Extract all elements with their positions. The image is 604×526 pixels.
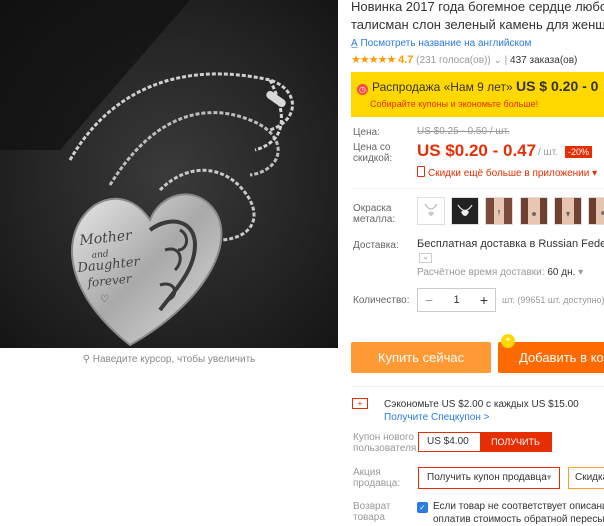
price-label: Цена: — [353, 127, 380, 138]
translate-icon: A̲ — [351, 38, 358, 49]
quantity-stepper: − 1 + — [417, 288, 496, 312]
sale-label: Распродажа «Нам 9 лет» — [372, 80, 513, 94]
product-title-line: талисман слон зеленый камень для женщин … — [351, 17, 604, 32]
seller-promo-label-line: Акция — [353, 467, 381, 478]
coupon-icon: + — [352, 398, 368, 409]
original-price: US $0.25 - 0.50 / шт. — [417, 126, 510, 137]
zoom-hint: ⚲ Наведите курсор, чтобы увеличить — [0, 354, 338, 365]
chevron-down-icon[interactable]: ⌄ — [493, 55, 501, 66]
translate-link[interactable]: A̲ Посмотреть название на английском — [351, 38, 531, 49]
necklace-thumb-icon — [457, 204, 473, 216]
product-image[interactable]: Mother and Daughter forever ♡ — [0, 0, 338, 348]
quantity-decrease-button[interactable]: − — [418, 289, 440, 311]
necklace-photo: Mother and Daughter forever ♡ — [0, 0, 338, 348]
stock-available: шт. (99651 шт. доступно) — [502, 295, 604, 305]
coupon-value: US $4.00 — [427, 436, 469, 447]
phone-icon — [417, 166, 425, 177]
necklace-thumb-icon — [555, 198, 581, 224]
orders-count: 437 заказа(ов) — [510, 55, 578, 66]
app-discount-link[interactable]: Скидки ещё больше в приложении ▾ — [417, 166, 597, 179]
get-coupon-button[interactable]: ПОЛУЧИТЬ — [480, 433, 551, 451]
metal-color-label: Окраска металла: — [353, 203, 395, 225]
delivery-method[interactable]: Бесплатная доставка в Russian Federatio — [417, 238, 604, 250]
quantity-input[interactable]: 1 — [440, 289, 473, 311]
clock-icon: ◷ — [357, 84, 368, 95]
variant-swatch[interactable] — [520, 197, 548, 225]
necklace-thumb-icon — [521, 198, 547, 224]
quantity-increase-button[interactable]: + — [473, 289, 495, 311]
buy-now-button[interactable]: Купить сейчас — [351, 342, 491, 373]
product-title: Новинка 2017 года богемное сердце любовь… — [351, 0, 604, 34]
return-label: Возврат товара — [353, 501, 391, 523]
new-user-coupon-label-line: Купон нового — [353, 432, 414, 443]
savings-text: Сэкономьте US $2.00 с каждых US $15.00 — [384, 399, 579, 410]
delivery-time-value: 60 дн. — [547, 267, 576, 278]
add-to-cart-button[interactable]: Добавить в ко — [498, 342, 604, 373]
delivery-time: Расчётное время доставки: 60 дн. ▾ — [417, 267, 583, 278]
cart-plus-icon: + — [501, 334, 515, 348]
divider — [351, 386, 604, 387]
sale-price: US $ 0.20 - 0 — [515, 78, 599, 94]
delivery-label: Доставка: — [353, 240, 399, 251]
seller-promo-label-line: продавца: — [353, 478, 401, 489]
rating-score: 4.7 — [398, 54, 414, 66]
necklace-thumb-icon — [486, 198, 512, 224]
shield-icon: ✓ — [417, 502, 428, 513]
delivery-time-label: Расчётное время доставки: — [417, 267, 545, 278]
get-special-coupon-link[interactable]: Получите Спецкупон > — [384, 412, 490, 423]
rating-row: ★★★★★ 4.7 (231 голоса(ов)) ⌄ | 437 заказ… — [351, 53, 577, 66]
rating-votes-link[interactable]: (231 голоса(ов)) — [416, 55, 491, 66]
sale-subtext: Собирайте купоны и экономьте больше! — [370, 99, 539, 109]
return-policy-line: Если товар не соответствует описанию — [433, 501, 604, 512]
quantity-label: Количество: — [353, 295, 410, 306]
svg-text:♡: ♡ — [100, 294, 109, 305]
price-unit: / шт. — [538, 147, 558, 158]
divider: | — [504, 55, 508, 66]
app-discount-text: Скидки ещё больше в приложении — [428, 168, 590, 179]
discount-badge: -20% — [565, 146, 593, 158]
seller-coupon-text: Получить купон продавца — [427, 472, 547, 483]
variant-swatch[interactable] — [554, 197, 582, 225]
variant-swatch[interactable] — [485, 197, 513, 225]
magnifier-icon: ⚲ — [82, 354, 93, 365]
seller-discount-dropdown[interactable]: Скидка — [568, 467, 604, 489]
necklace-thumb-icon — [589, 198, 604, 224]
discount-price: US $0.20 - 0.47 — [417, 141, 537, 160]
return-policy-line: оплатив стоимость обратной пересылки — [433, 514, 604, 525]
seller-promo-label: Акция продавца: — [353, 467, 400, 489]
discount-price-label: Цена со скидкой: — [353, 142, 392, 164]
variant-swatch[interactable] — [451, 197, 479, 225]
chevron-down-icon: ▼ — [545, 473, 553, 482]
translate-link-text: Посмотреть название на английском — [360, 38, 532, 49]
product-title-line: Новинка 2017 года богемное сердце любовь… — [351, 0, 604, 14]
necklace-thumb-icon — [424, 203, 438, 216]
variant-swatch[interactable] — [417, 197, 445, 225]
new-user-coupon: US $4.00 ПОЛУЧИТЬ — [418, 432, 552, 452]
chevron-down-icon[interactable]: ⌄ — [419, 253, 432, 263]
sale-banner: ◷ Распродажа «Нам 9 лет» US $ 0.20 - 0 Со… — [351, 72, 604, 117]
seller-coupon-dropdown[interactable]: Получить купон продавца ▼ — [418, 467, 560, 489]
return-label-line: Возврат — [353, 501, 391, 512]
zoom-hint-text: Наведите курсор, чтобы увеличить — [92, 354, 256, 365]
info-icon[interactable]: ▾ — [578, 267, 583, 278]
new-user-coupon-label-line: пользователя — [353, 443, 417, 454]
star-rating-icon: ★★★★★ — [351, 54, 396, 66]
variant-swatch[interactable] — [588, 197, 604, 225]
return-label-line: товара — [353, 512, 385, 523]
new-user-coupon-label: Купон нового пользователя — [353, 432, 416, 454]
metal-color-label-line: Окраска — [353, 203, 392, 214]
divider — [351, 188, 604, 189]
return-policy-text: Если товар не соответствует описанию опл… — [433, 500, 604, 526]
discount-price-label-line: скидкой: — [353, 153, 393, 164]
discount-price-label-line: Цена со — [353, 142, 391, 153]
chevron-down-icon: ▾ — [592, 168, 598, 179]
metal-color-label-line: металла: — [353, 214, 396, 225]
